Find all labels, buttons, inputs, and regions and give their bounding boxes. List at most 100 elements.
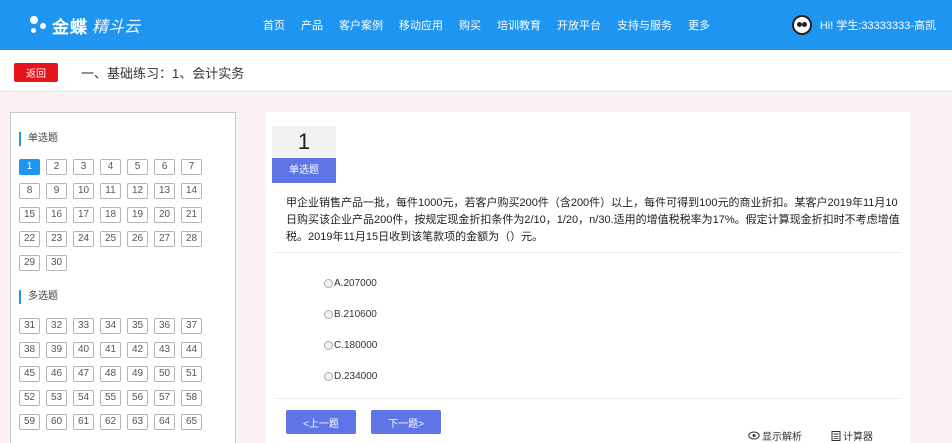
question-number-button[interactable]: 35 <box>127 318 148 334</box>
show-analysis-label: 显示解析 <box>762 432 802 443</box>
option-a[interactable]: A.207000 <box>324 268 377 299</box>
question-number-button[interactable]: 10 <box>73 183 94 199</box>
question-number-button[interactable]: 62 <box>100 414 121 430</box>
question-number-button[interactable]: 33 <box>73 318 94 334</box>
question-number-button[interactable]: 12 <box>127 183 148 199</box>
question-number-button[interactable]: 51 <box>181 366 202 382</box>
question-number-button[interactable]: 2 <box>46 159 67 175</box>
question-number-button[interactable]: 15 <box>19 207 40 223</box>
question-number: 1 <box>272 126 336 158</box>
prev-question-button[interactable]: <上一题 <box>286 410 356 434</box>
question-number-button[interactable]: 42 <box>127 342 148 358</box>
user-greeting: Hi! 学生:33333333-高凯 <box>819 20 936 32</box>
radio-icon[interactable] <box>324 341 333 350</box>
question-number-button[interactable]: 19 <box>127 207 148 223</box>
radio-icon[interactable] <box>324 372 333 381</box>
question-number-button[interactable]: 40 <box>73 342 94 358</box>
question-number-button[interactable]: 34 <box>100 318 121 334</box>
question-number-button[interactable]: 9 <box>46 183 67 199</box>
nav-item-mobile[interactable]: 移动应用 <box>399 17 443 33</box>
calculator-button[interactable]: 计算器 <box>831 428 873 443</box>
question-number-button[interactable]: 4 <box>100 159 121 175</box>
question-number-button[interactable]: 55 <box>100 390 121 406</box>
divider <box>274 252 902 253</box>
question-number-button[interactable]: 48 <box>100 366 121 382</box>
question-number-button[interactable]: 44 <box>181 342 202 358</box>
question-number-button[interactable]: 45 <box>19 366 40 382</box>
nav-item-training[interactable]: 培训教育 <box>497 17 541 33</box>
question-number-button[interactable]: 28 <box>181 231 202 247</box>
question-number-button[interactable]: 49 <box>127 366 148 382</box>
question-number-button[interactable]: 24 <box>73 231 94 247</box>
question-number-button[interactable]: 3 <box>73 159 94 175</box>
question-number-button[interactable]: 56 <box>127 390 148 406</box>
back-button[interactable]: 返回 <box>14 63 58 82</box>
question-number-button[interactable]: 46 <box>46 366 67 382</box>
question-number-button[interactable]: 26 <box>127 231 148 247</box>
question-number-button[interactable]: 25 <box>100 231 121 247</box>
question-number-button[interactable]: 53 <box>46 390 67 406</box>
nav-item-open-platform[interactable]: 开放平台 <box>557 17 601 33</box>
question-number-button[interactable]: 60 <box>46 414 67 430</box>
question-number-button[interactable]: 38 <box>19 342 40 358</box>
question-number-button[interactable]: 27 <box>154 231 175 247</box>
option-c[interactable]: C.180000 <box>324 330 377 361</box>
question-number-button[interactable]: 57 <box>154 390 175 406</box>
question-number-button[interactable]: 5 <box>127 159 148 175</box>
question-number-button[interactable]: 1 <box>19 159 40 175</box>
question-number-button[interactable]: 37 <box>181 318 202 334</box>
question-number-button[interactable]: 13 <box>154 183 175 199</box>
question-type-badge: 单选题 <box>272 158 336 183</box>
question-number-button[interactable]: 50 <box>154 366 175 382</box>
question-number-button[interactable]: 22 <box>19 231 40 247</box>
nav-item-cases[interactable]: 客户案例 <box>339 17 383 33</box>
question-number-button[interactable]: 58 <box>181 390 202 406</box>
question-number-button[interactable]: 61 <box>73 414 94 430</box>
question-number-button[interactable]: 14 <box>181 183 202 199</box>
page-title: 一、基础练习：1、会计实务 <box>81 66 245 81</box>
question-number-button[interactable]: 47 <box>73 366 94 382</box>
single-choice-grid: 1 2 3 4 5 6 7 8 9 10 11 12 13 14 15 16 17 18 19 20 21 22 23 24 2… <box>19 159 202 271</box>
question-number-button[interactable]: 6 <box>154 159 175 175</box>
radio-icon[interactable] <box>324 279 333 288</box>
nav-item-more[interactable]: 更多 <box>688 17 710 33</box>
section-title-single-choice: 单选题 <box>19 132 58 146</box>
question-panel: 1 单选题 甲企业销售产品一批，每件1000元，若客户购买200件（含200件）… <box>266 112 910 443</box>
question-number-button[interactable]: 41 <box>100 342 121 358</box>
logo-icon <box>28 14 48 36</box>
nav-item-home[interactable]: 首页 <box>263 17 285 33</box>
calculator-label: 计算器 <box>843 432 873 443</box>
radio-icon[interactable] <box>324 310 333 319</box>
question-number-button[interactable]: 11 <box>100 183 121 199</box>
question-number-button[interactable]: 54 <box>73 390 94 406</box>
question-number-button[interactable]: 29 <box>19 255 40 271</box>
question-number-button[interactable]: 20 <box>154 207 175 223</box>
question-number-button[interactable]: 7 <box>181 159 202 175</box>
question-number-button[interactable]: 59 <box>19 414 40 430</box>
question-number-button[interactable]: 21 <box>181 207 202 223</box>
question-number-button[interactable]: 18 <box>100 207 121 223</box>
question-number-button[interactable]: 8 <box>19 183 40 199</box>
option-b[interactable]: B.210600 <box>324 299 377 330</box>
user-menu[interactable]: Hi! 学生:33333333-高凯 <box>791 12 936 38</box>
question-number-button[interactable]: 43 <box>154 342 175 358</box>
question-number-button[interactable]: 17 <box>73 207 94 223</box>
question-number-button[interactable]: 39 <box>46 342 67 358</box>
question-number-button[interactable]: 31 <box>19 318 40 334</box>
question-number-button[interactable]: 16 <box>46 207 67 223</box>
question-number-button[interactable]: 30 <box>46 255 67 271</box>
question-number-button[interactable]: 64 <box>154 414 175 430</box>
show-analysis-button[interactable]: 显示解析 <box>748 428 802 443</box>
logo[interactable]: 金蝶 精斗云 <box>28 10 140 40</box>
question-number-button[interactable]: 23 <box>46 231 67 247</box>
nav-item-products[interactable]: 产品 <box>301 17 323 33</box>
nav-item-support[interactable]: 支持与服务 <box>617 17 672 33</box>
question-number-button[interactable]: 63 <box>127 414 148 430</box>
next-question-button[interactable]: 下一题> <box>371 410 441 434</box>
nav-item-buy[interactable]: 购买 <box>459 17 481 33</box>
question-number-button[interactable]: 32 <box>46 318 67 334</box>
question-number-button[interactable]: 65 <box>181 414 202 430</box>
question-number-button[interactable]: 36 <box>154 318 175 334</box>
option-d[interactable]: D.234000 <box>324 361 377 392</box>
question-number-button[interactable]: 52 <box>19 390 40 406</box>
